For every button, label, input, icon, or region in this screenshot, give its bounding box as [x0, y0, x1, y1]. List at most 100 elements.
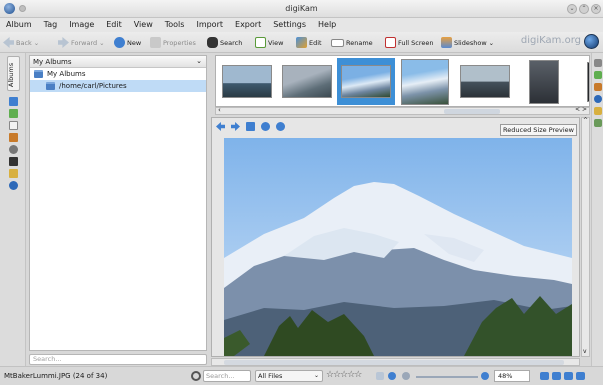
metadata-tab-icon[interactable]: [594, 71, 602, 79]
thumbnail[interactable]: [218, 58, 276, 105]
preview-vertical-scrollbar[interactable]: ^ v: [581, 117, 590, 357]
thumbnail[interactable]: [396, 58, 454, 105]
image-preview: Reduced Size Preview: [211, 117, 580, 357]
right-sidebar-tabs: [591, 53, 603, 366]
forward-button[interactable]: Forward ⌄: [58, 36, 105, 49]
edit-button[interactable]: Edit: [296, 36, 322, 49]
geolocation-tab-icon[interactable]: [594, 95, 602, 103]
tags-tab-icon[interactable]: [9, 97, 18, 106]
menu-export[interactable]: Export: [229, 18, 267, 32]
zoom-in-icon[interactable]: [402, 372, 410, 380]
scroll-down-icon[interactable]: v: [583, 348, 587, 355]
searches-tab-icon[interactable]: [9, 133, 18, 142]
menu-tools[interactable]: Tools: [159, 18, 191, 32]
zoom-fit-icon[interactable]: [481, 372, 489, 380]
brand-text: digiKam.org: [520, 35, 581, 46]
digikam-logo-icon[interactable]: [584, 34, 599, 49]
map-tab-icon[interactable]: [9, 181, 18, 190]
mime-filter-select[interactable]: All Files ⌄: [255, 370, 323, 382]
close-icon[interactable]: ×: [591, 4, 601, 14]
scroll-up-icon[interactable]: ^: [583, 117, 588, 124]
chevron-down-icon[interactable]: ⌄: [489, 39, 494, 47]
chevron-down-icon[interactable]: ⌄: [99, 39, 104, 47]
binoculars-tab-icon[interactable]: [9, 157, 18, 166]
back-button[interactable]: Back ⌄: [3, 36, 39, 49]
next-image-icon[interactable]: [564, 372, 573, 380]
folder-icon: [34, 70, 43, 78]
timeline-tab-icon[interactable]: [9, 121, 18, 130]
menu-image[interactable]: Image: [63, 18, 100, 32]
captions-tab-icon[interactable]: [594, 107, 602, 115]
thumbnail[interactable]: [515, 58, 573, 105]
people-tab-icon[interactable]: [9, 169, 18, 178]
reduced-size-preview-badge: Reduced Size Preview: [500, 124, 577, 136]
last-image-icon[interactable]: [576, 372, 585, 380]
view-button[interactable]: View: [255, 36, 283, 49]
binoculars-icon: [207, 37, 218, 48]
current-file-label: MtBakerLummi.JPG (24 of 34): [4, 372, 108, 380]
tree-item-pictures[interactable]: /home/carl/Pictures: [30, 80, 206, 92]
scrollbar-handle[interactable]: [224, 360, 564, 365]
zoom-out-icon[interactable]: [388, 372, 396, 380]
zoom-level-field[interactable]: 48%: [494, 370, 530, 382]
colors-tab-icon[interactable]: [594, 83, 602, 91]
thumbnail[interactable]: [278, 58, 336, 105]
scrollbar-handle[interactable]: [444, 109, 500, 114]
properties-tab-icon[interactable]: [594, 59, 602, 67]
fuzzy-search-tab-icon[interactable]: [9, 145, 18, 154]
menu-bar: Album Tag Image Edit View Tools Import E…: [0, 18, 603, 32]
properties-icon: [150, 37, 161, 48]
mountain-landscape: [224, 182, 572, 356]
first-image-icon[interactable]: [540, 372, 549, 380]
menu-edit[interactable]: Edit: [100, 18, 128, 32]
filter-status-icon[interactable]: [376, 372, 384, 380]
slideshow-button[interactable]: Slideshow ⌄: [441, 36, 494, 49]
thumbnail[interactable]: [456, 58, 514, 105]
scroll-right-icon[interactable]: < >: [575, 106, 587, 113]
thumbnail[interactable]: [568, 58, 589, 105]
chevron-down-icon: ⌄: [313, 372, 319, 379]
forward-arrow-icon: [58, 37, 69, 48]
rename-button[interactable]: Rename: [331, 36, 373, 49]
status-bar: MtBakerLummi.JPG (24 of 34) Search... Al…: [0, 366, 603, 385]
back-arrow-icon: [3, 37, 14, 48]
filmstrip-scrollbar[interactable]: ‹ < >: [215, 106, 590, 115]
zoom-slider[interactable]: [416, 376, 478, 378]
edit-icon[interactable]: [246, 122, 255, 131]
search-button[interactable]: Search: [207, 36, 242, 49]
view-icon: [255, 37, 266, 48]
menu-album[interactable]: Album: [0, 18, 38, 32]
menu-settings[interactable]: Settings: [267, 18, 312, 32]
previous-image-icon[interactable]: [552, 372, 561, 380]
fullscreen-button[interactable]: Full Screen: [385, 36, 434, 49]
properties-button[interactable]: Properties: [150, 36, 196, 49]
preview-horizontal-scrollbar[interactable]: [211, 358, 580, 366]
scroll-left-icon[interactable]: ‹: [218, 106, 221, 114]
tools-tab-icon[interactable]: [594, 119, 602, 127]
status-search-input[interactable]: Search...: [203, 370, 251, 382]
preview-photo: [224, 138, 572, 356]
tab-albums[interactable]: Albums: [7, 56, 20, 91]
calendar-tab-icon[interactable]: [9, 109, 18, 118]
new-album-button[interactable]: New: [114, 36, 141, 49]
previous-image-icon[interactable]: [216, 122, 225, 131]
thumbnail-selected[interactable]: [337, 58, 395, 105]
album-view-selector[interactable]: My Albums ⌄: [30, 56, 206, 68]
preview-nav-icons: [216, 122, 285, 131]
menu-view[interactable]: View: [128, 18, 159, 32]
chevron-down-icon: ⌄: [196, 57, 202, 65]
maximize-icon[interactable]: ⌃: [579, 4, 589, 14]
tree-item-my-albums[interactable]: My Albums: [30, 68, 206, 80]
album-search-input[interactable]: Search...: [29, 354, 207, 365]
menu-help[interactable]: Help: [312, 18, 342, 32]
rotate-left-icon[interactable]: [261, 122, 270, 131]
main-toolbar: Back ⌄ Forward ⌄ New Properties Search Vie…: [0, 32, 603, 53]
search-icon[interactable]: [191, 371, 201, 381]
rating-filter-stars[interactable]: ☆☆☆☆☆: [326, 370, 362, 380]
menu-tag[interactable]: Tag: [38, 18, 64, 32]
chevron-down-icon[interactable]: ⌄: [34, 39, 39, 47]
rotate-right-icon[interactable]: [276, 122, 285, 131]
next-image-icon[interactable]: [231, 122, 240, 131]
minimize-icon[interactable]: ⌄: [567, 4, 577, 14]
menu-import[interactable]: Import: [190, 18, 229, 32]
